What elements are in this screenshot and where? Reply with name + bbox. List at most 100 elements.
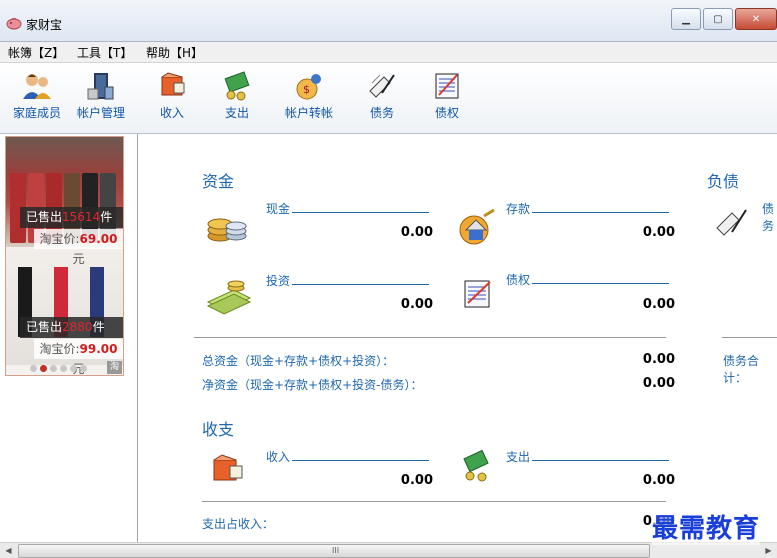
taobao-tag: 淘	[107, 361, 122, 374]
debt-icon	[369, 74, 395, 98]
investment-icon	[206, 280, 252, 315]
watermark: 最需教育	[652, 508, 761, 545]
debt-label: 债务	[762, 202, 775, 233]
account-management-icon	[87, 73, 114, 100]
maximize-button[interactable]: ▢	[703, 8, 733, 30]
liabilities-title: 负债	[707, 172, 740, 191]
menu-bar: 帐簿【Z】 工具【T】 帮助【H】	[0, 42, 777, 63]
ad-sold-count: 已售出15614件	[20, 207, 123, 228]
scroll-grip: III	[332, 546, 340, 555]
account-transfer-icon: $	[296, 74, 321, 100]
price-prefix: 淘宝价:	[39, 342, 80, 356]
close-icon: ✕	[751, 13, 761, 25]
carousel-dot[interactable]	[50, 365, 57, 372]
income-button[interactable]: 收入	[152, 71, 192, 121]
credit-value: 0.00	[642, 297, 675, 312]
app-icon	[6, 18, 22, 30]
ad-price: 淘宝价:69.00 元	[34, 229, 123, 266]
investment-label: 投资	[266, 274, 291, 288]
total-debt-label: 债务合计：	[723, 354, 760, 385]
scroll-right-icon[interactable]: ▶	[761, 544, 776, 557]
credit-label: 债权	[434, 106, 459, 120]
income-label: 收入	[159, 106, 184, 120]
menu-ledger[interactable]: 帐簿【Z】	[8, 44, 64, 61]
sold-count: 15614	[62, 210, 101, 224]
debt-label: 债务	[369, 106, 394, 120]
credit-icon	[464, 280, 491, 308]
expense-icon	[224, 71, 250, 101]
assets-title: 资金	[202, 172, 235, 191]
expense-label: 支出	[224, 106, 249, 120]
toolbar: 家庭成员 帐户管理 收入 支出 $ 帐户转帐 债务 债权	[0, 63, 777, 134]
family-members-button[interactable]: 家庭成员	[10, 71, 64, 121]
income-expense-title: 收支	[202, 420, 235, 439]
cash-label: 现金	[266, 202, 291, 216]
credit-underline	[532, 283, 669, 284]
assets-divider	[194, 337, 666, 338]
deposit-icon	[459, 208, 495, 245]
investment-value: 0.00	[400, 297, 433, 312]
sold-suffix: 件	[92, 320, 105, 334]
income-expense-divider	[202, 501, 666, 502]
price-value: 99.00	[79, 342, 118, 356]
deposit-value: 0.00	[642, 225, 675, 240]
window-controls: ▁ ▢ ✕	[671, 8, 777, 32]
cash-underline	[292, 212, 429, 213]
net-assets-value: 0.00	[642, 376, 675, 391]
credit-icon	[435, 73, 459, 99]
svg-text:$: $	[303, 83, 310, 96]
left-panel: 已售出15614件 淘宝价:69.00元 已售出2880件 淘宝价:99.00元…	[0, 134, 138, 542]
price-value: 69.00	[79, 232, 118, 246]
window-title: 家财宝	[26, 18, 63, 32]
income-icon	[161, 72, 185, 96]
expense-icon	[463, 450, 489, 482]
ad-sold-count: 已售出2880件	[20, 317, 123, 338]
carousel-dot[interactable]	[30, 365, 37, 372]
income-value: 0.00	[400, 473, 433, 488]
debt-icon	[716, 209, 747, 236]
expense-value: 0.00	[642, 473, 675, 488]
menu-tools[interactable]: 工具【T】	[77, 44, 132, 61]
carousel-dot[interactable]	[40, 365, 47, 372]
deposit-label: 存款	[506, 202, 531, 216]
minimize-button[interactable]: ▁	[671, 8, 701, 30]
coins-icon	[207, 218, 247, 242]
ad-price: 淘宝价:99.00元	[34, 339, 123, 375]
expense-button[interactable]: 支出	[217, 71, 257, 121]
ad-banner[interactable]: 已售出15614件 淘宝价:69.00元 已售出2880件 淘宝价:99.00元…	[5, 136, 124, 376]
credit-button[interactable]: 债权	[427, 71, 467, 121]
carousel-dot[interactable]	[60, 365, 67, 372]
menu-help[interactable]: 帮助【H】	[146, 44, 203, 61]
sold-prefix: 已售出	[26, 210, 63, 224]
main-summary: 资金 现金 0.00 存款 0.00 投资 0.00 债权 0.00 总资金（现…	[138, 134, 777, 542]
close-button[interactable]: ✕	[735, 8, 777, 30]
income-label: 收入	[266, 450, 291, 464]
investment-underline	[292, 284, 429, 285]
scroll-thumb[interactable]: III	[18, 544, 650, 558]
minimize-icon: ▁	[682, 13, 690, 25]
deposit-underline	[532, 212, 669, 213]
ad-carousel-dots	[30, 365, 87, 372]
expense-ratio-label: 支出占收入：	[202, 517, 275, 531]
liabilities-divider	[722, 337, 777, 338]
income-icon	[213, 454, 243, 481]
carousel-dot[interactable]	[70, 365, 77, 372]
price-prefix: 淘宝价:	[39, 232, 80, 246]
income-underline	[292, 460, 429, 461]
sold-prefix: 已售出	[26, 320, 63, 334]
credit-label: 债权	[506, 273, 531, 287]
debt-button[interactable]: 债务	[362, 71, 402, 121]
cash-value: 0.00	[400, 225, 433, 240]
expense-underline	[532, 460, 669, 461]
sold-count: 2880	[62, 320, 93, 334]
price-suffix: 元	[72, 252, 85, 266]
carousel-dot[interactable]	[80, 365, 87, 372]
title-bar: 家财宝 ▁ ▢ ✕	[0, 0, 777, 42]
net-assets-label: 净资金（现金+存款+债权+投资-债务）：	[202, 378, 423, 392]
total-assets-value: 0.00	[642, 352, 675, 367]
total-assets-label: 总资金（现金+存款+债权+投资）：	[202, 354, 395, 368]
account-management-button[interactable]: 帐户管理	[74, 71, 128, 121]
account-transfer-button[interactable]: $ 帐户转帐	[282, 71, 336, 121]
scroll-left-icon[interactable]: ◀	[1, 544, 16, 557]
maximize-icon: ▢	[713, 13, 723, 25]
